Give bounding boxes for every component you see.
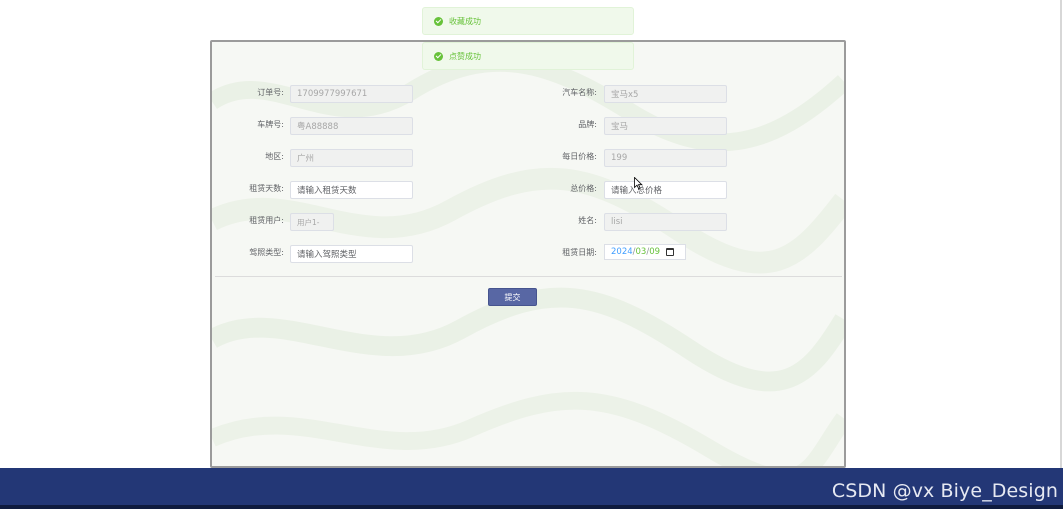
- car-name-field[interactable]: 宝马x5: [604, 85, 727, 103]
- plate-no-label: 车牌号:: [257, 120, 284, 129]
- order-no-label: 订单号:: [257, 88, 284, 97]
- rental-user-label: 租赁用户:: [249, 216, 284, 225]
- mouse-cursor-icon: [634, 177, 643, 190]
- name-label: 姓名:: [578, 216, 597, 225]
- check-circle-icon: [434, 51, 443, 61]
- form-divider: [215, 276, 842, 277]
- total-price-label: 总价格:: [570, 184, 597, 193]
- toast-text: 收藏成功: [449, 16, 481, 26]
- rental-days-input[interactable]: 请输入租赁天数: [290, 181, 413, 199]
- rental-days-label: 租赁天数:: [249, 184, 284, 193]
- toast-text: 点赞成功: [449, 51, 481, 61]
- plate-no-field[interactable]: 粤A88888: [290, 117, 413, 135]
- region-label: 地区:: [265, 152, 284, 161]
- license-type-label: 驾照类型:: [249, 248, 284, 257]
- date-day[interactable]: 09: [649, 247, 660, 257]
- daily-price-field[interactable]: 199: [604, 149, 727, 167]
- check-circle-icon: [434, 16, 443, 26]
- order-no-field[interactable]: 1709977997671: [290, 85, 413, 103]
- date-year[interactable]: 2024: [611, 247, 633, 257]
- submit-button[interactable]: 提交: [488, 288, 537, 306]
- total-price-input[interactable]: 请输入总价格: [604, 181, 727, 199]
- toast-like-success: 点赞成功: [422, 42, 634, 70]
- rental-date-label: 租赁日期:: [562, 248, 597, 257]
- rental-user-field[interactable]: 用户1-: [290, 213, 334, 231]
- footer-bottom-strip: [0, 505, 1063, 509]
- brand-field[interactable]: 宝马: [604, 117, 727, 135]
- toast-favorite-success: 收藏成功: [422, 7, 634, 35]
- daily-price-label: 每日价格:: [562, 152, 597, 161]
- watermark-text: CSDN @vx Biye_Design: [831, 480, 1058, 502]
- region-field[interactable]: 广州: [290, 149, 413, 167]
- scrollbar-track[interactable]: [1060, 0, 1062, 468]
- app-stage: 收藏成功 点赞成功 订单号: 1709977997671 汽车名称: 宝马x5 …: [0, 0, 1063, 509]
- brand-label: 品牌:: [578, 120, 597, 129]
- name-field[interactable]: lisi: [604, 213, 727, 231]
- rental-date-input[interactable]: 2024 / 03 / 09: [604, 244, 686, 260]
- license-type-input[interactable]: 请输入驾照类型: [290, 245, 413, 263]
- car-name-label: 汽车名称:: [562, 88, 597, 97]
- date-month[interactable]: 03: [636, 247, 647, 257]
- calendar-icon[interactable]: [666, 248, 675, 256]
